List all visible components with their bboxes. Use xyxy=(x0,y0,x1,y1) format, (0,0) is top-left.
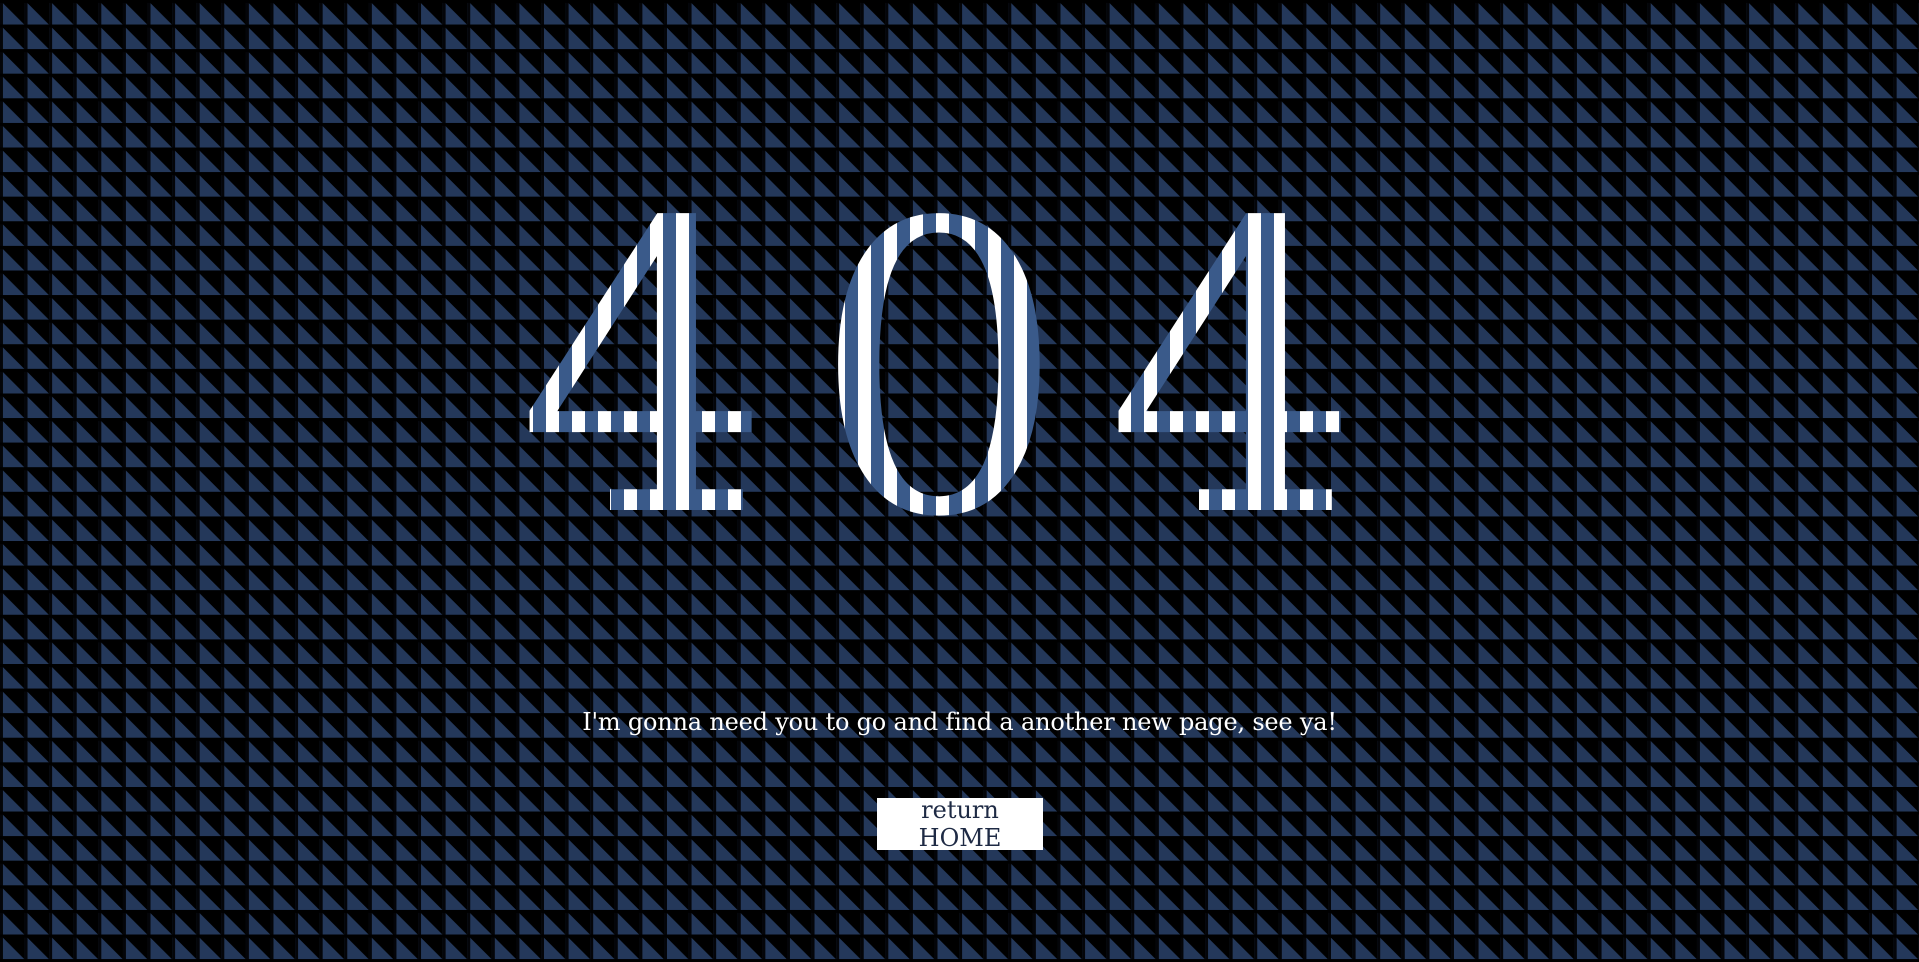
error-code-graphic: 404 xyxy=(517,140,1400,540)
error-message: I'm gonna need you to go and find a anot… xyxy=(582,708,1337,736)
error-code-heading: 404 xyxy=(0,140,1919,540)
error-code-text: 404 xyxy=(517,140,1400,540)
return-home-button[interactable]: return HOME xyxy=(877,796,1043,852)
